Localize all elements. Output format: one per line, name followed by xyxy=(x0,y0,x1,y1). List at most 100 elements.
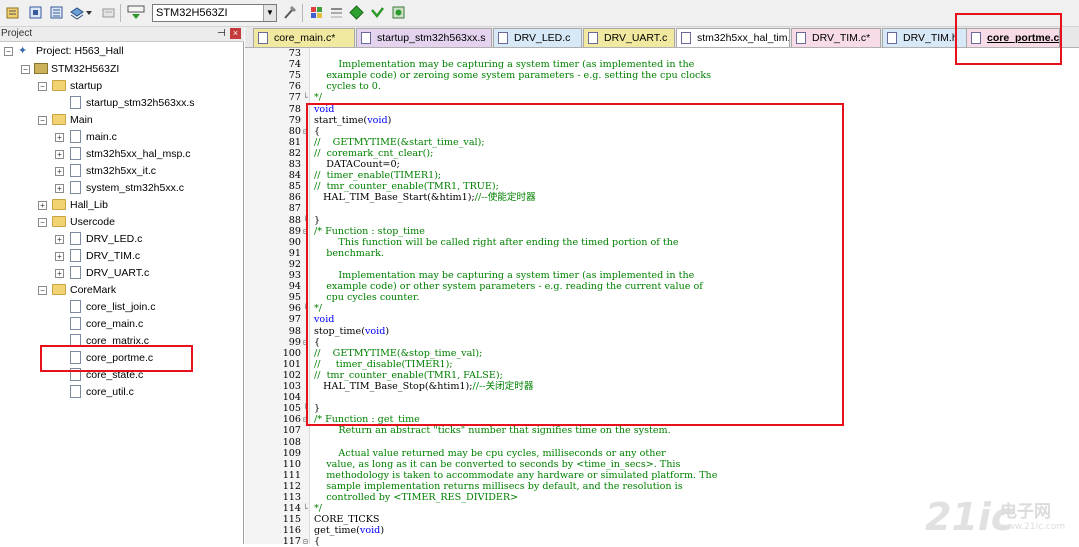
file-icon xyxy=(70,146,81,160)
translate-icon[interactable] xyxy=(4,4,21,21)
folder-icon xyxy=(52,198,66,210)
code-line: cycles to 0. xyxy=(314,81,381,92)
code-keyword: void xyxy=(359,525,381,537)
code-line: sample implementation returns millisecs … xyxy=(314,481,682,492)
tree-item[interactable]: STM32H563ZI xyxy=(34,61,119,78)
code-text: { xyxy=(314,536,321,547)
chevron-down-icon[interactable]: ▼ xyxy=(263,5,276,21)
collapse-icon[interactable]: − xyxy=(4,47,13,56)
collapse-icon[interactable]: − xyxy=(38,218,47,227)
folder-icon xyxy=(52,79,66,91)
folder-icon xyxy=(52,215,66,227)
tree-item[interactable]: DRV_TIM.c xyxy=(70,248,140,265)
tree-item[interactable]: startup xyxy=(52,78,102,95)
dropdown-arrow-icon[interactable] xyxy=(84,4,94,21)
target-options-icon[interactable] xyxy=(281,4,298,21)
folder-icon xyxy=(52,113,66,125)
tree-item[interactable]: DRV_UART.c xyxy=(70,265,149,282)
expand-icon[interactable]: + xyxy=(55,184,64,193)
code-comment: value, as long as it can be converted to… xyxy=(314,458,681,470)
select-device-icon[interactable] xyxy=(348,4,365,21)
line-number: 114 xyxy=(282,503,301,515)
tree-item-label: core_main.c xyxy=(86,318,144,330)
tree-item-label: core_list_join.c xyxy=(86,301,156,313)
expand-icon[interactable]: + xyxy=(55,269,64,278)
target-select[interactable]: STM32H563ZI ▼ xyxy=(152,4,277,22)
tree-item[interactable]: core_main.c xyxy=(70,316,143,333)
tab-label: core_main.c* xyxy=(274,32,336,44)
expand-icon[interactable]: + xyxy=(55,150,64,159)
tab-label: DRV_LED.c xyxy=(514,32,571,44)
editor-tab[interactable]: core_main.c* xyxy=(253,28,355,47)
collapse-icon[interactable]: − xyxy=(38,82,47,91)
expand-icon[interactable]: + xyxy=(55,167,64,176)
tree-item[interactable]: system_stm32h5xx.c xyxy=(70,180,184,197)
collapse-icon[interactable]: − xyxy=(38,116,47,125)
tree-item[interactable]: main.c xyxy=(70,129,117,146)
pin-icon[interactable]: ⊣ xyxy=(217,28,226,39)
tree-item[interactable]: Main xyxy=(52,112,93,129)
expand-icon[interactable]: + xyxy=(55,133,64,142)
line-number: 101 xyxy=(282,358,301,370)
tree-item-label: STM32H563ZI xyxy=(51,63,120,75)
collapse-icon[interactable]: − xyxy=(21,65,30,74)
file-icon xyxy=(258,32,268,44)
project-panel: Project ⊣ × − ✦ Project: H563_Hall − STM32H5… xyxy=(0,27,244,544)
code-line: */ xyxy=(314,503,322,514)
close-icon[interactable]: × xyxy=(230,28,241,39)
manage-components-icon[interactable] xyxy=(308,4,325,21)
tree-item[interactable]: stm32h5xx_it.c xyxy=(70,163,156,180)
editor-tab[interactable]: stm32h5xx_hal_tim.c xyxy=(676,28,790,47)
rebuild-icon[interactable] xyxy=(48,4,65,21)
code-line: */ xyxy=(314,92,322,103)
tree-item-label: Project: H563_Hall xyxy=(36,45,124,57)
tree-item-label: system_stm32h5xx.c xyxy=(86,182,185,194)
tree-item[interactable]: ✦ Project: H563_Hall xyxy=(18,43,124,60)
tab-label: DRV_TIM.c* xyxy=(812,32,871,44)
code-line: get_time(void) xyxy=(314,525,384,536)
tree-item[interactable]: Usercode xyxy=(52,214,115,231)
tree-item[interactable]: core_list_join.c xyxy=(70,299,155,316)
download-icon[interactable] xyxy=(126,4,146,21)
tree-item-label: DRV_TIM.c xyxy=(86,250,141,262)
editor-tab[interactable]: startup_stm32h563xx.s xyxy=(356,28,492,47)
fold-icon[interactable]: ⊟ xyxy=(303,536,308,547)
line-number: 107 xyxy=(282,425,301,437)
code-line: value, as long as it can be converted to… xyxy=(314,459,680,470)
tree-item[interactable]: core_util.c xyxy=(70,384,134,401)
batch-build-icon[interactable] xyxy=(68,4,85,21)
tree-item[interactable]: startup_stm32h563xx.s xyxy=(70,95,195,112)
file-icon xyxy=(887,32,897,44)
tree-item-label: Usercode xyxy=(70,216,115,228)
editor-tab[interactable]: DRV_LED.c xyxy=(493,28,582,47)
editor-tab[interactable]: DRV_TIM.c* xyxy=(791,28,881,47)
folder-icon xyxy=(52,283,66,295)
line-number: 81 xyxy=(288,136,301,148)
line-number: 116 xyxy=(282,525,301,537)
expand-icon[interactable]: + xyxy=(55,235,64,244)
collapse-icon[interactable]: − xyxy=(38,286,47,295)
code-comment: cycles to 0. xyxy=(314,81,381,93)
tree-item[interactable]: CoreMark xyxy=(52,282,116,299)
expand-icon[interactable]: + xyxy=(38,201,47,210)
tree-item-label: core_util.c xyxy=(86,386,134,398)
settings-icon[interactable] xyxy=(390,4,407,21)
stop-build-icon[interactable] xyxy=(100,4,117,21)
tree-item[interactable]: Hall_Lib xyxy=(52,197,108,214)
pack-installer-icon[interactable] xyxy=(328,4,345,21)
tab-bar: core_main.c* startup_stm32h563xx.s DRV_LED… xyxy=(245,27,1079,48)
highlight-box-file xyxy=(40,345,193,372)
tree-item[interactable]: DRV_LED.c xyxy=(70,231,142,248)
build-icon[interactable] xyxy=(27,4,44,21)
tree-item[interactable]: stm32h5xx_hal_msp.c xyxy=(70,146,190,163)
line-number: 73 xyxy=(288,48,301,59)
expand-icon[interactable]: + xyxy=(55,252,64,261)
tree-item-label: DRV_LED.c xyxy=(86,233,143,245)
code-line: methodology is taken to accommodate any … xyxy=(314,470,717,481)
file-icon xyxy=(70,95,81,109)
line-number: 103 xyxy=(282,381,301,392)
watermark-text: 电子网 xyxy=(1000,502,1051,522)
line-number: 104 xyxy=(282,392,301,404)
run-icon[interactable] xyxy=(369,4,386,21)
editor-tab[interactable]: DRV_UART.c xyxy=(583,28,675,47)
